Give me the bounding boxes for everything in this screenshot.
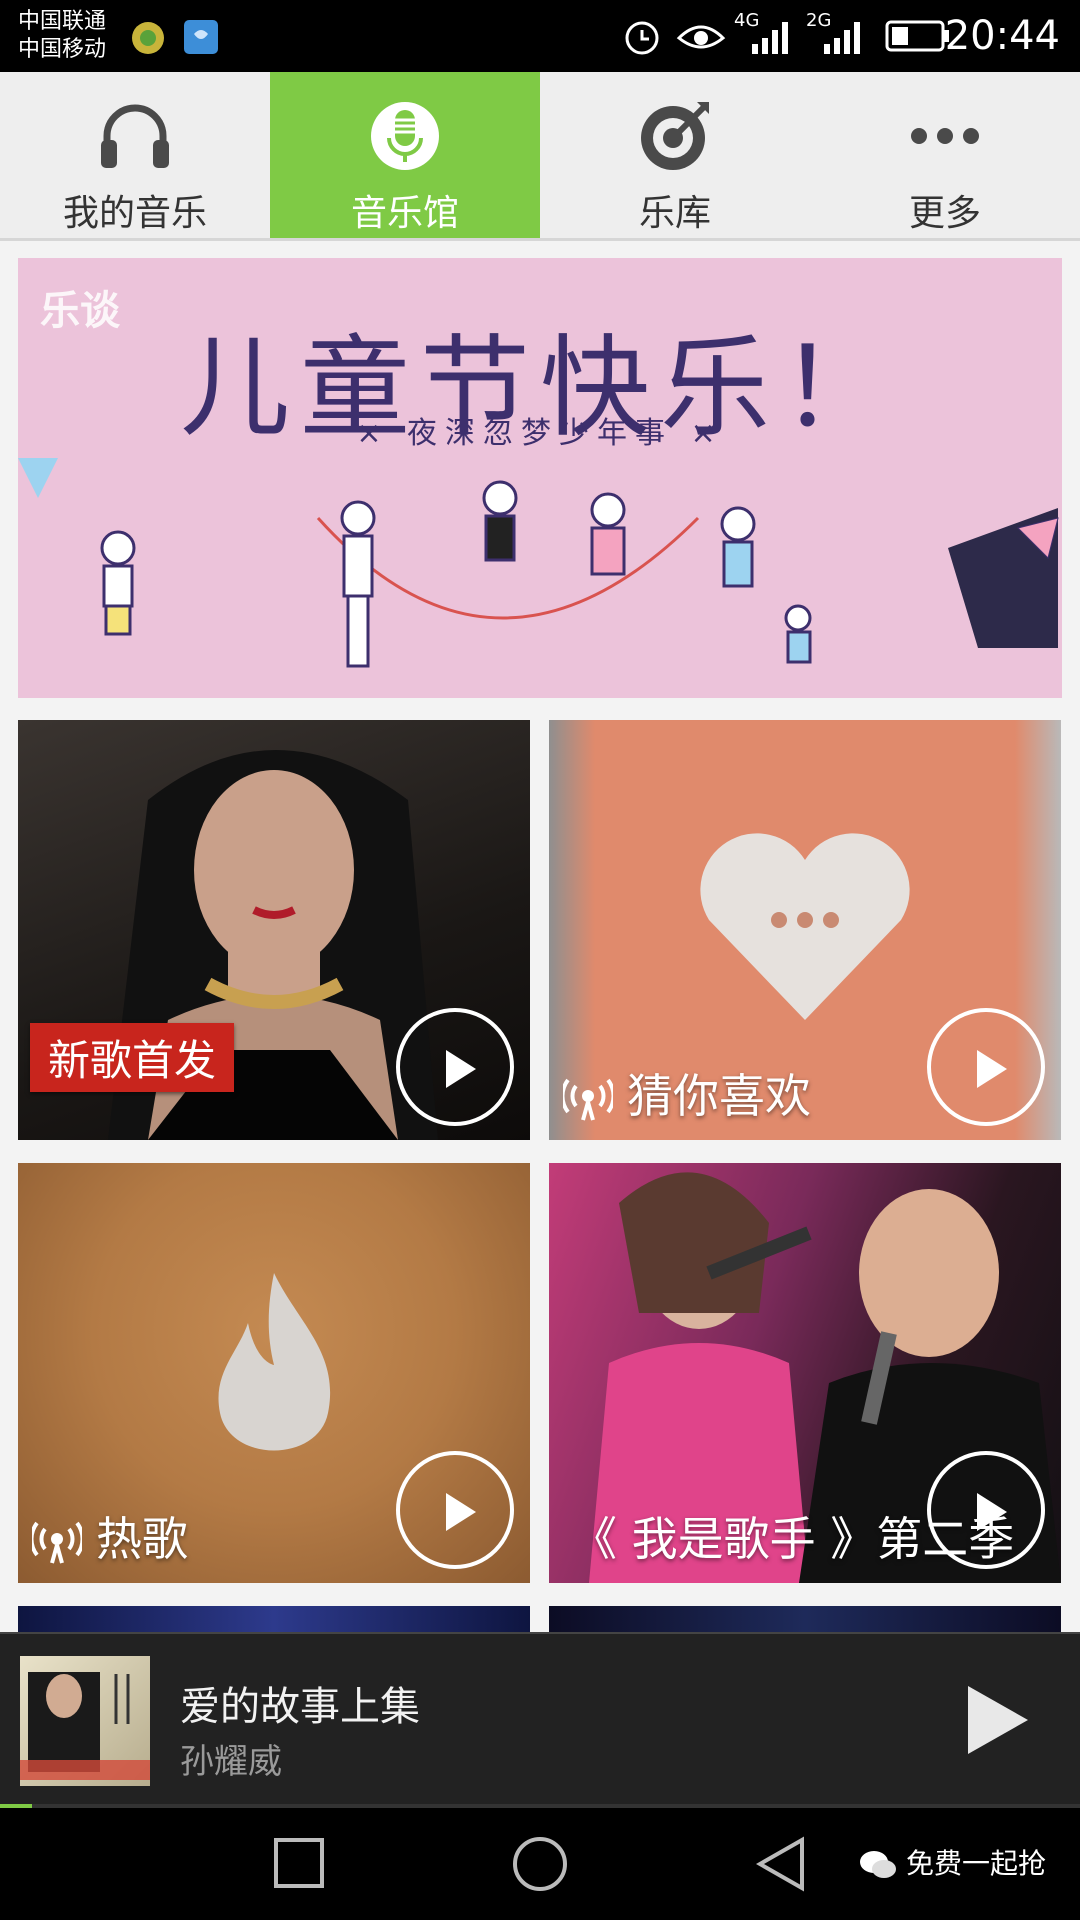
microphone-icon <box>371 102 439 170</box>
tab-label: 更多 <box>908 193 981 234</box>
clock: 20:44 <box>944 13 1060 59</box>
wechat-icon <box>860 1851 897 1878</box>
card-new-songs[interactable]: 新歌首发 <box>18 720 530 1140</box>
heart-icon <box>700 833 910 1020</box>
banner-illustration <box>18 458 1059 668</box>
card-label-badge: 新歌首发 <box>30 1023 235 1092</box>
album-cover[interactable] <box>20 1656 150 1786</box>
headphones-icon <box>101 104 169 168</box>
recent-apps-icon[interactable] <box>272 1832 328 1892</box>
card-label: 热歌 <box>96 1512 188 1566</box>
home-icon[interactable] <box>510 1832 570 1892</box>
system-nav-bar: 免费一起抢 <box>0 1808 1080 1920</box>
status-bar: 中国联通 中国移动 4G 2G 20:44 <box>0 0 1080 72</box>
signal-icon-1 <box>752 22 788 54</box>
carrier-2: 中国移动 <box>18 37 107 62</box>
card-label: 猜你喜欢 <box>627 1069 811 1123</box>
play-button[interactable] <box>927 1451 1045 1569</box>
radio-icon <box>563 1078 613 1121</box>
play-button[interactable] <box>396 1451 514 1569</box>
tab-music-hall[interactable]: 音乐馆 <box>270 72 540 238</box>
artist-name: 孙耀威 <box>180 1742 282 1782</box>
song-title: 爱的故事上集 <box>180 1684 420 1730</box>
signal-icon-2 <box>824 22 860 54</box>
tab-my-music[interactable]: 我的音乐 <box>0 72 270 238</box>
card-i-am-singer[interactable]: 《 我是歌手 》第二季 <box>549 1163 1061 1583</box>
top-tab-bar: 我的音乐 音乐馆 乐库 更多 <box>0 72 1080 241</box>
app-notification-icon <box>132 22 164 54</box>
play-button[interactable] <box>396 1008 514 1126</box>
promo-banner[interactable]: 乐谈 儿童节快乐！ × 夜深忽梦少年事 × <box>18 258 1062 698</box>
alarm-icon <box>625 21 659 55</box>
card-guess-you-like[interactable]: 猜你喜欢 <box>549 720 1061 1140</box>
watermark: 免费一起抢 <box>859 1842 1046 1882</box>
carrier-info: 中国联通 中国移动 <box>18 8 106 64</box>
tab-label: 我的音乐 <box>62 193 207 234</box>
carrier-1: 中国联通 <box>18 9 107 34</box>
message-notification-icon <box>184 20 218 54</box>
album-art <box>20 1672 150 1780</box>
flame-icon <box>218 1273 331 1451</box>
more-icon <box>911 128 979 144</box>
eye-comfort-icon <box>676 25 726 49</box>
play-icon[interactable] <box>962 1682 1032 1758</box>
tab-music-library[interactable]: 乐库 <box>540 72 810 238</box>
battery-icon <box>885 20 949 52</box>
watermark-text: 免费一起抢 <box>905 1847 1046 1880</box>
play-button[interactable] <box>927 1008 1045 1126</box>
radio-icon <box>32 1521 82 1564</box>
tab-more[interactable]: 更多 <box>810 72 1080 238</box>
tab-label: 音乐馆 <box>350 193 459 234</box>
back-icon[interactable] <box>752 1832 808 1892</box>
card-hot-songs[interactable]: 热歌 <box>18 1163 530 1583</box>
tab-label: 乐库 <box>638 193 711 234</box>
mini-player[interactable]: 爱的故事上集 孙耀威 <box>0 1632 1080 1806</box>
banner-subtitle: × 夜深忽梦少年事 × <box>356 416 724 451</box>
target-icon <box>641 102 709 170</box>
